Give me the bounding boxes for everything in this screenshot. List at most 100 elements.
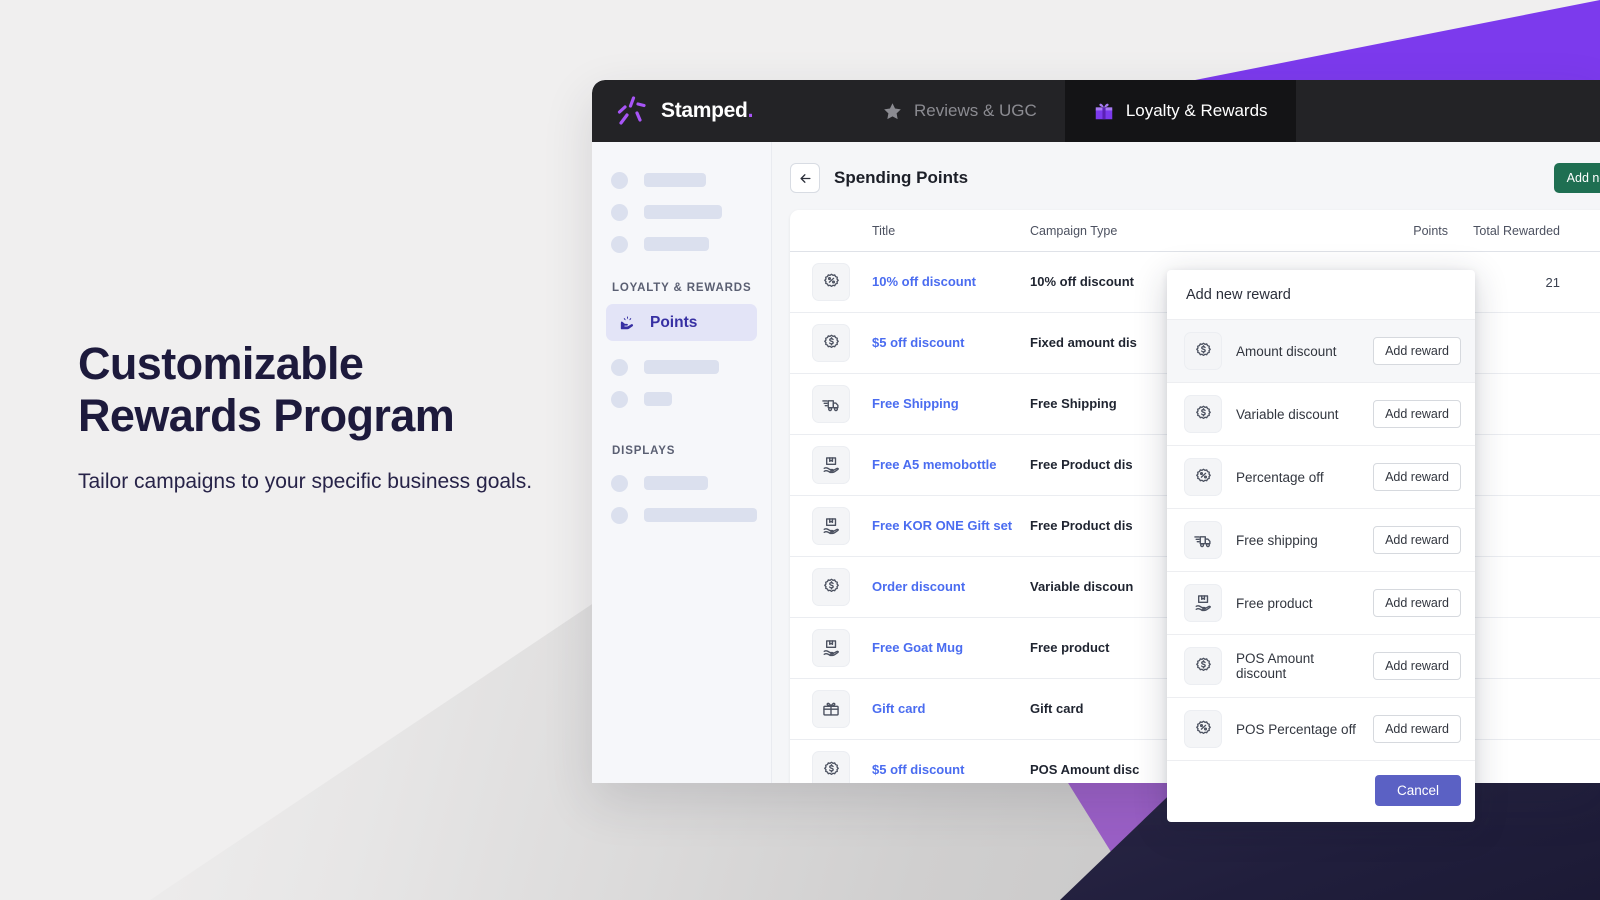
placeholder-bar bbox=[644, 173, 706, 187]
campaign-type-value: Free Product dis bbox=[1030, 457, 1133, 472]
row-icon-cell bbox=[790, 251, 872, 313]
reward-title-link[interactable]: Gift card bbox=[872, 701, 925, 716]
placeholder-dot-icon bbox=[611, 506, 628, 524]
add-reward-button[interactable]: Add reward bbox=[1373, 337, 1461, 365]
row-icon-cell bbox=[790, 495, 872, 557]
dollar-badge-icon bbox=[812, 324, 850, 362]
reward-title-link[interactable]: Free KOR ONE Gift set bbox=[872, 518, 1012, 533]
dollar-badge-icon bbox=[1184, 332, 1222, 370]
placeholder-bar bbox=[644, 237, 709, 251]
campaign-type-value: POS Amount disc bbox=[1030, 762, 1140, 777]
modal-option-row: Variable discount Add reward bbox=[1167, 382, 1475, 445]
hero-subtext: Tailor campaigns to your specific busine… bbox=[78, 470, 533, 493]
reward-title-link[interactable]: Order discount bbox=[872, 579, 965, 594]
row-status-cell: Active bbox=[1578, 373, 1600, 435]
row-icon-cell bbox=[790, 739, 872, 783]
tab-reviews-ugc[interactable]: Reviews & UGC bbox=[854, 80, 1065, 142]
campaign-type-value: Free Shipping bbox=[1030, 396, 1117, 411]
tab-reviews-ugc-label: Reviews & UGC bbox=[914, 101, 1037, 120]
reward-title-link[interactable]: Free Shipping bbox=[872, 396, 959, 411]
dollar-badge-icon bbox=[1184, 647, 1222, 685]
free-product-icon bbox=[1184, 584, 1222, 622]
points-hands-icon bbox=[618, 313, 637, 332]
placeholder-dot-icon bbox=[611, 171, 628, 189]
placeholder-dot-icon bbox=[611, 474, 628, 492]
page-root: Customizable Rewards Program Tailor camp… bbox=[0, 0, 1600, 900]
dollar-badge-icon bbox=[812, 568, 850, 606]
reward-title-link[interactable]: $5 off discount bbox=[872, 335, 964, 350]
truck-icon bbox=[812, 385, 850, 423]
modal-option-label: Percentage off bbox=[1236, 469, 1324, 485]
row-status-cell: Active bbox=[1578, 617, 1600, 679]
row-icon-cell bbox=[790, 617, 872, 679]
row-status-cell: Active bbox=[1578, 312, 1600, 374]
truck-icon bbox=[1184, 521, 1222, 559]
row-title-cell: $5 off discount bbox=[872, 739, 1030, 783]
th-icon bbox=[790, 210, 872, 252]
add-reward-button[interactable]: Add reward bbox=[1373, 715, 1461, 743]
placeholder-dot-icon bbox=[611, 358, 628, 376]
modal-option-row: Free product Add reward bbox=[1167, 571, 1475, 634]
arrow-left-icon bbox=[798, 171, 813, 186]
table-header-row: Title Campaign Type Points Total Rewarde… bbox=[790, 210, 1600, 252]
back-button[interactable] bbox=[790, 163, 820, 193]
background-triangle-purple-topright bbox=[1180, 0, 1600, 83]
reward-title-link[interactable]: Free Goat Mug bbox=[872, 640, 963, 655]
modal-option-label: POS Amount discount bbox=[1236, 651, 1315, 681]
sidebar-placeholder-item bbox=[606, 164, 757, 196]
reward-title-link[interactable]: 10% off discount bbox=[872, 274, 976, 289]
rewards-table-head: Title Campaign Type Points Total Rewarde… bbox=[790, 210, 1600, 252]
row-title-cell: Free Goat Mug bbox=[872, 617, 1030, 679]
sidebar-item-points-label: Points bbox=[650, 313, 698, 331]
add-reward-button[interactable]: Add reward bbox=[1373, 589, 1461, 617]
row-status-cell: Active bbox=[1578, 678, 1600, 740]
modal-option-label: Free product bbox=[1236, 595, 1313, 611]
add-reward-button[interactable]: Add reward bbox=[1373, 652, 1461, 680]
placeholder-bar bbox=[644, 508, 757, 522]
add-reward-button[interactable]: Add reward bbox=[1373, 463, 1461, 491]
row-title-cell: Free A5 memobottle bbox=[872, 434, 1030, 496]
add-reward-button[interactable]: Add reward bbox=[1373, 400, 1461, 428]
placeholder-bar bbox=[644, 205, 722, 219]
brand-logo[interactable]: Stamped. bbox=[592, 80, 854, 142]
th-title: Title bbox=[872, 210, 1030, 252]
placeholder-bar bbox=[644, 392, 672, 406]
modal-option-label: Amount discount bbox=[1236, 343, 1337, 359]
modal-option-label: Variable discount bbox=[1236, 406, 1339, 422]
tab-loyalty-rewards[interactable]: Loyalty & Rewards bbox=[1064, 80, 1296, 142]
row-status-cell: Active bbox=[1578, 434, 1600, 496]
percent-badge-icon bbox=[1184, 710, 1222, 748]
add-reward-button[interactable]: Add reward bbox=[1373, 526, 1461, 554]
modal-title: Add new reward bbox=[1186, 287, 1291, 303]
row-status-cell: Active bbox=[1578, 495, 1600, 557]
th-total: Total Rewarded bbox=[1448, 210, 1578, 252]
tab-loyalty-rewards-label: Loyalty & Rewards bbox=[1125, 101, 1268, 120]
campaign-type-value: Free Product dis bbox=[1030, 518, 1133, 533]
star-icon bbox=[882, 101, 903, 122]
sidebar-placeholder-item bbox=[606, 383, 757, 415]
reward-title-link[interactable]: Free A5 memobottle bbox=[872, 457, 997, 472]
row-status-cell: Active bbox=[1578, 251, 1600, 313]
row-title-cell: $5 off discount bbox=[872, 312, 1030, 374]
campaign-type-value: Fixed amount dis bbox=[1030, 335, 1137, 350]
sidebar-placeholder-item bbox=[606, 467, 757, 499]
sidebar-placeholder-item bbox=[606, 351, 757, 383]
reward-title-link[interactable]: $5 off discount bbox=[872, 762, 964, 777]
row-status-cell: Active bbox=[1578, 739, 1600, 783]
modal-option-row: Percentage off Add reward bbox=[1167, 445, 1475, 508]
add-new-reward-button[interactable]: Add new reward bbox=[1553, 163, 1600, 193]
sidebar: LOYALTY & REWARDS Points DISPLAYS bbox=[592, 142, 787, 783]
modal-footer: Cancel bbox=[1167, 760, 1475, 822]
sidebar-item-points[interactable]: Points bbox=[606, 304, 757, 341]
sidebar-placeholder-item bbox=[606, 499, 757, 531]
row-icon-cell bbox=[790, 678, 872, 740]
brand-name: Stamped. bbox=[661, 99, 754, 122]
sidebar-placeholder-item bbox=[606, 228, 757, 260]
placeholder-bar bbox=[644, 476, 708, 490]
th-status: Status bbox=[1578, 210, 1600, 252]
th-points: Points bbox=[1278, 210, 1448, 252]
sidebar-section-loyalty: LOYALTY & REWARDS bbox=[612, 282, 752, 294]
placeholder-dot-icon bbox=[611, 203, 628, 221]
cancel-button[interactable]: Cancel bbox=[1374, 775, 1461, 806]
modal-option-list: Amount discount Add reward Variable disc… bbox=[1167, 319, 1475, 760]
